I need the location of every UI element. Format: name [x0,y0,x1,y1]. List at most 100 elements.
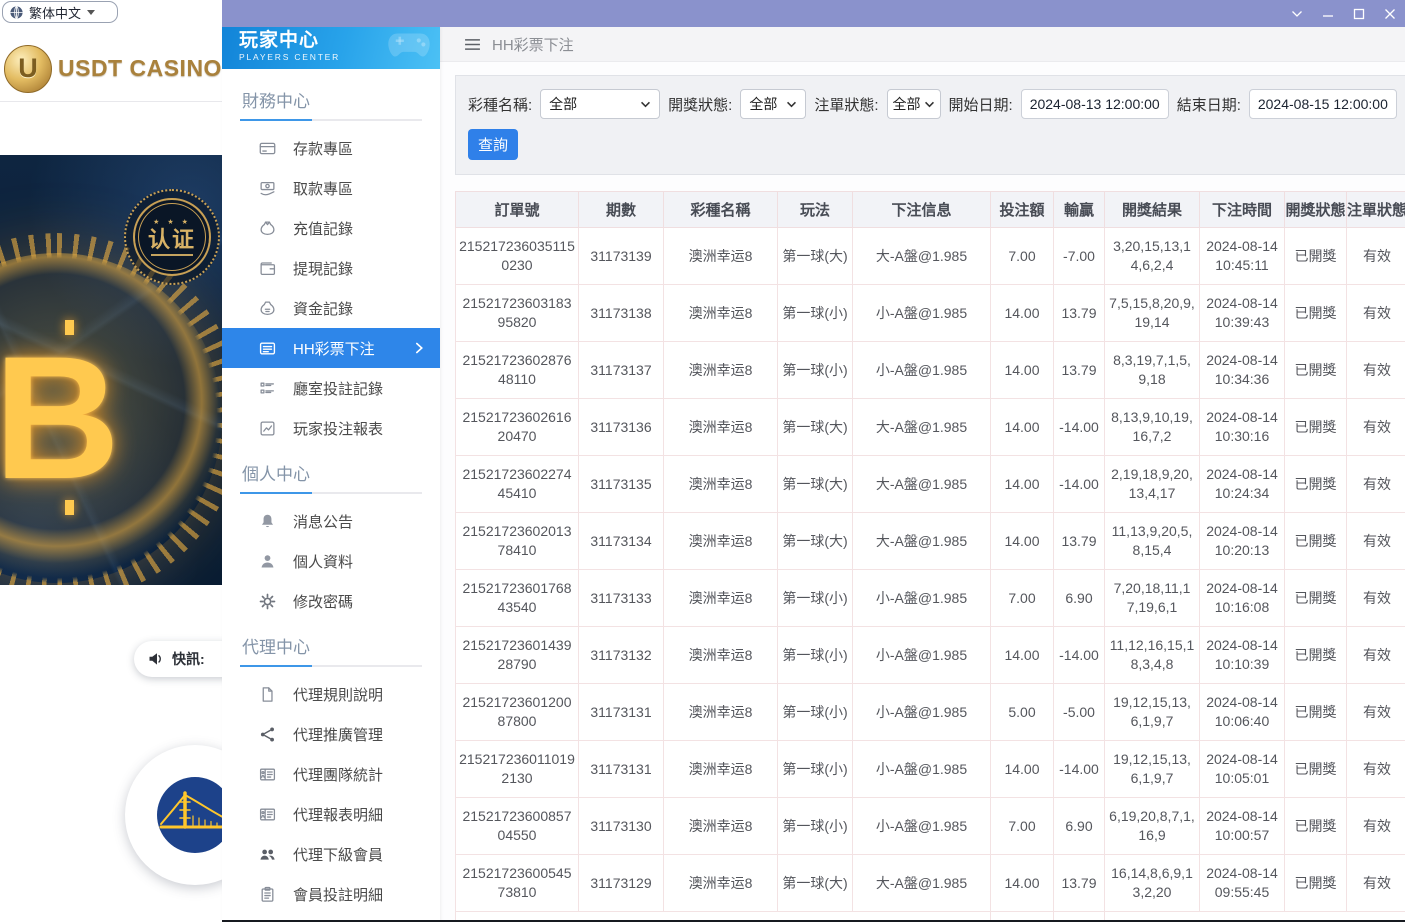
news-ticker[interactable]: 快訊: [134,641,222,677]
sidebar-item-label: 修改密碼 [293,591,353,612]
table-cell: -7.00 [1054,228,1105,285]
end-date-input[interactable] [1249,89,1397,119]
cashout-wallet-icon [258,259,276,277]
table-cell: 已開獎 [1285,399,1347,456]
globe-icon [9,5,24,20]
language-selector[interactable]: 繁体中文 [2,1,118,23]
draw-status-select[interactable]: 全部 [740,89,806,119]
window-close-button[interactable] [1374,0,1405,27]
table-cell: 澳洲幸运8 [664,342,778,399]
sidebar-item[interactable]: 代理報表明細 [222,794,440,834]
sidebar-item[interactable]: 廳室投註記錄 [222,368,440,408]
bridge-logo-icon [155,775,222,855]
table-cell: 2152172360085704550 [456,798,579,855]
table-cell: 小-A盤@1.985 [853,342,991,399]
sidebar-item[interactable]: 會員投註明細 [222,874,440,914]
window-chevron-button[interactable] [1281,0,1312,27]
table-cell: 第一球(小) [778,285,853,342]
table-cell: 澳洲幸运8 [664,855,778,912]
table-cell: 6.90 [1054,798,1105,855]
table-cell: 有效 [1347,228,1405,285]
sidebar-item[interactable]: 取款專區 [222,168,440,208]
table-cell: 澳洲幸运8 [664,627,778,684]
table-cell: 澳洲幸运8 [664,399,778,456]
start-date-input[interactable] [1021,89,1169,119]
members-icon [258,845,276,863]
draw-status-select-value: 全部 [749,94,777,114]
sidebar-item[interactable]: 代理規則說明 [222,674,440,714]
filter-actions-row: 查詢 [468,129,1402,160]
table-cell: 已開獎 [1285,798,1347,855]
sidebar-item-label: 提現記錄 [293,258,353,279]
table-cell: 2024-08-14 10:06:40 [1200,684,1285,741]
sidebar-item[interactable]: 提現記錄 [222,248,440,288]
funds-bag-icon [258,299,276,317]
column-header: 下注信息 [853,192,991,228]
table-cell: 31173139 [579,228,664,285]
window-minimize-button[interactable] [1312,0,1343,27]
lottery-select[interactable]: 全部 [540,89,660,119]
filter-row: 彩種名稱: 全部 開獎狀態: 全部 注單狀態: 全部 開始 [468,89,1402,119]
column-header: 投注額 [991,192,1054,228]
table-cell: 3,20,15,13,14,6,2,4 [1105,228,1200,285]
sidebar-item-label: 個人資料 [293,551,353,572]
sidebar-item[interactable]: 修改密碼 [222,581,440,621]
table-cell: 11,12,16,15,18,3,4,8 [1105,627,1200,684]
start-date-label: 開始日期: [949,94,1013,115]
sidebar-item[interactable]: HH彩票下注 [222,328,440,368]
table-cell: 14.00 [991,342,1054,399]
window-titlebar [222,0,1405,27]
sidebar-item-label: 廳室投註記錄 [293,378,383,399]
table-row: 215217236012008780031173131澳洲幸运8第一球(小)小-… [456,684,1405,741]
sidebar-item[interactable]: 消息公告 [222,501,440,541]
table-cell: 14.00 [991,627,1054,684]
table-cell: 第一球(小) [778,627,853,684]
column-header: 期數 [579,192,664,228]
chevron-down-icon [640,101,651,108]
table-cell: 小-A盤@1.985 [853,684,991,741]
table-row: 215217236014392879031173132澳洲幸运8第一球(小)小-… [456,627,1405,684]
sidebar-item[interactable]: 存款專區 [222,128,440,168]
table-cell: 小-A盤@1.985 [853,570,991,627]
table-cell: 澳洲幸运8 [664,684,778,741]
table-cell: 澳洲幸运8 [664,228,778,285]
table-cell: 2152172360351150230 [456,228,579,285]
sidebar-item-label: HH彩票下注 [293,338,375,359]
table-cell: 2152172360227445410 [456,456,579,513]
sidebar-item[interactable]: 玩家投注報表 [222,408,440,448]
team-logo-bubble[interactable] [125,745,222,885]
table-row: 215217236008570455031173130澳洲幸运8第一球(小)小-… [456,798,1405,855]
table-cell: 2024-08-14 10:30:16 [1200,399,1285,456]
sidebar-item[interactable]: 代理團隊統計 [222,754,440,794]
table-cell: 澳洲幸运8 [664,285,778,342]
section-divider [240,492,422,494]
usdt-coin-icon: U [4,45,52,93]
sidebar-item[interactable]: 代理推廣管理 [222,714,440,754]
sidebar-item[interactable]: 個人資料 [222,541,440,581]
table-cell: 2024-08-14 10:24:34 [1200,456,1285,513]
window-maximize-button[interactable] [1343,0,1374,27]
table-cell: 第一球(小) [778,741,853,798]
table-cell: 13.79 [1054,513,1105,570]
order-status-select[interactable]: 全部 [887,89,941,119]
sidebar-item[interactable]: 資金記錄 [222,288,440,328]
main-content: HH彩票下注 彩種名稱: 全部 開獎狀態: 全部 注單狀態: [440,27,1405,922]
menu-toggle-icon[interactable] [464,38,481,51]
bitcoin-banner: B ★ ★ ★ 认证 [0,155,222,585]
table-cell: 14.00 [991,456,1054,513]
table-row: 215217236028764811031173137澳洲幸运8第一球(小)小-… [456,342,1405,399]
table-cell: 澳洲幸运8 [664,570,778,627]
sidebar-item[interactable]: 充值記錄 [222,208,440,248]
table-cell: 13.79 [1054,855,1105,912]
table-cell: 澳洲幸运8 [664,741,778,798]
table-row: 215217236020137841031173134澳洲幸运8第一球(大)大-… [456,513,1405,570]
table-cell: 已開獎 [1285,684,1347,741]
search-button[interactable]: 查詢 [468,129,518,160]
sidebar-menu: 財務中心存款專區取款專區充值記錄提現記錄資金記錄HH彩票下注廳室投註記錄玩家投注… [222,69,440,922]
table-cell: 5.00 [991,684,1054,741]
table-cell: -14.00 [1054,456,1105,513]
sidebar: 玩家中心 PLAYERS CENTER 財務中心存款專區取款專區充值記錄提現記錄… [222,27,440,922]
sidebar-item-label: 玩家投注報表 [293,418,383,439]
section-title: 個人中心 [222,448,440,492]
sidebar-item[interactable]: 代理下級會員 [222,834,440,874]
